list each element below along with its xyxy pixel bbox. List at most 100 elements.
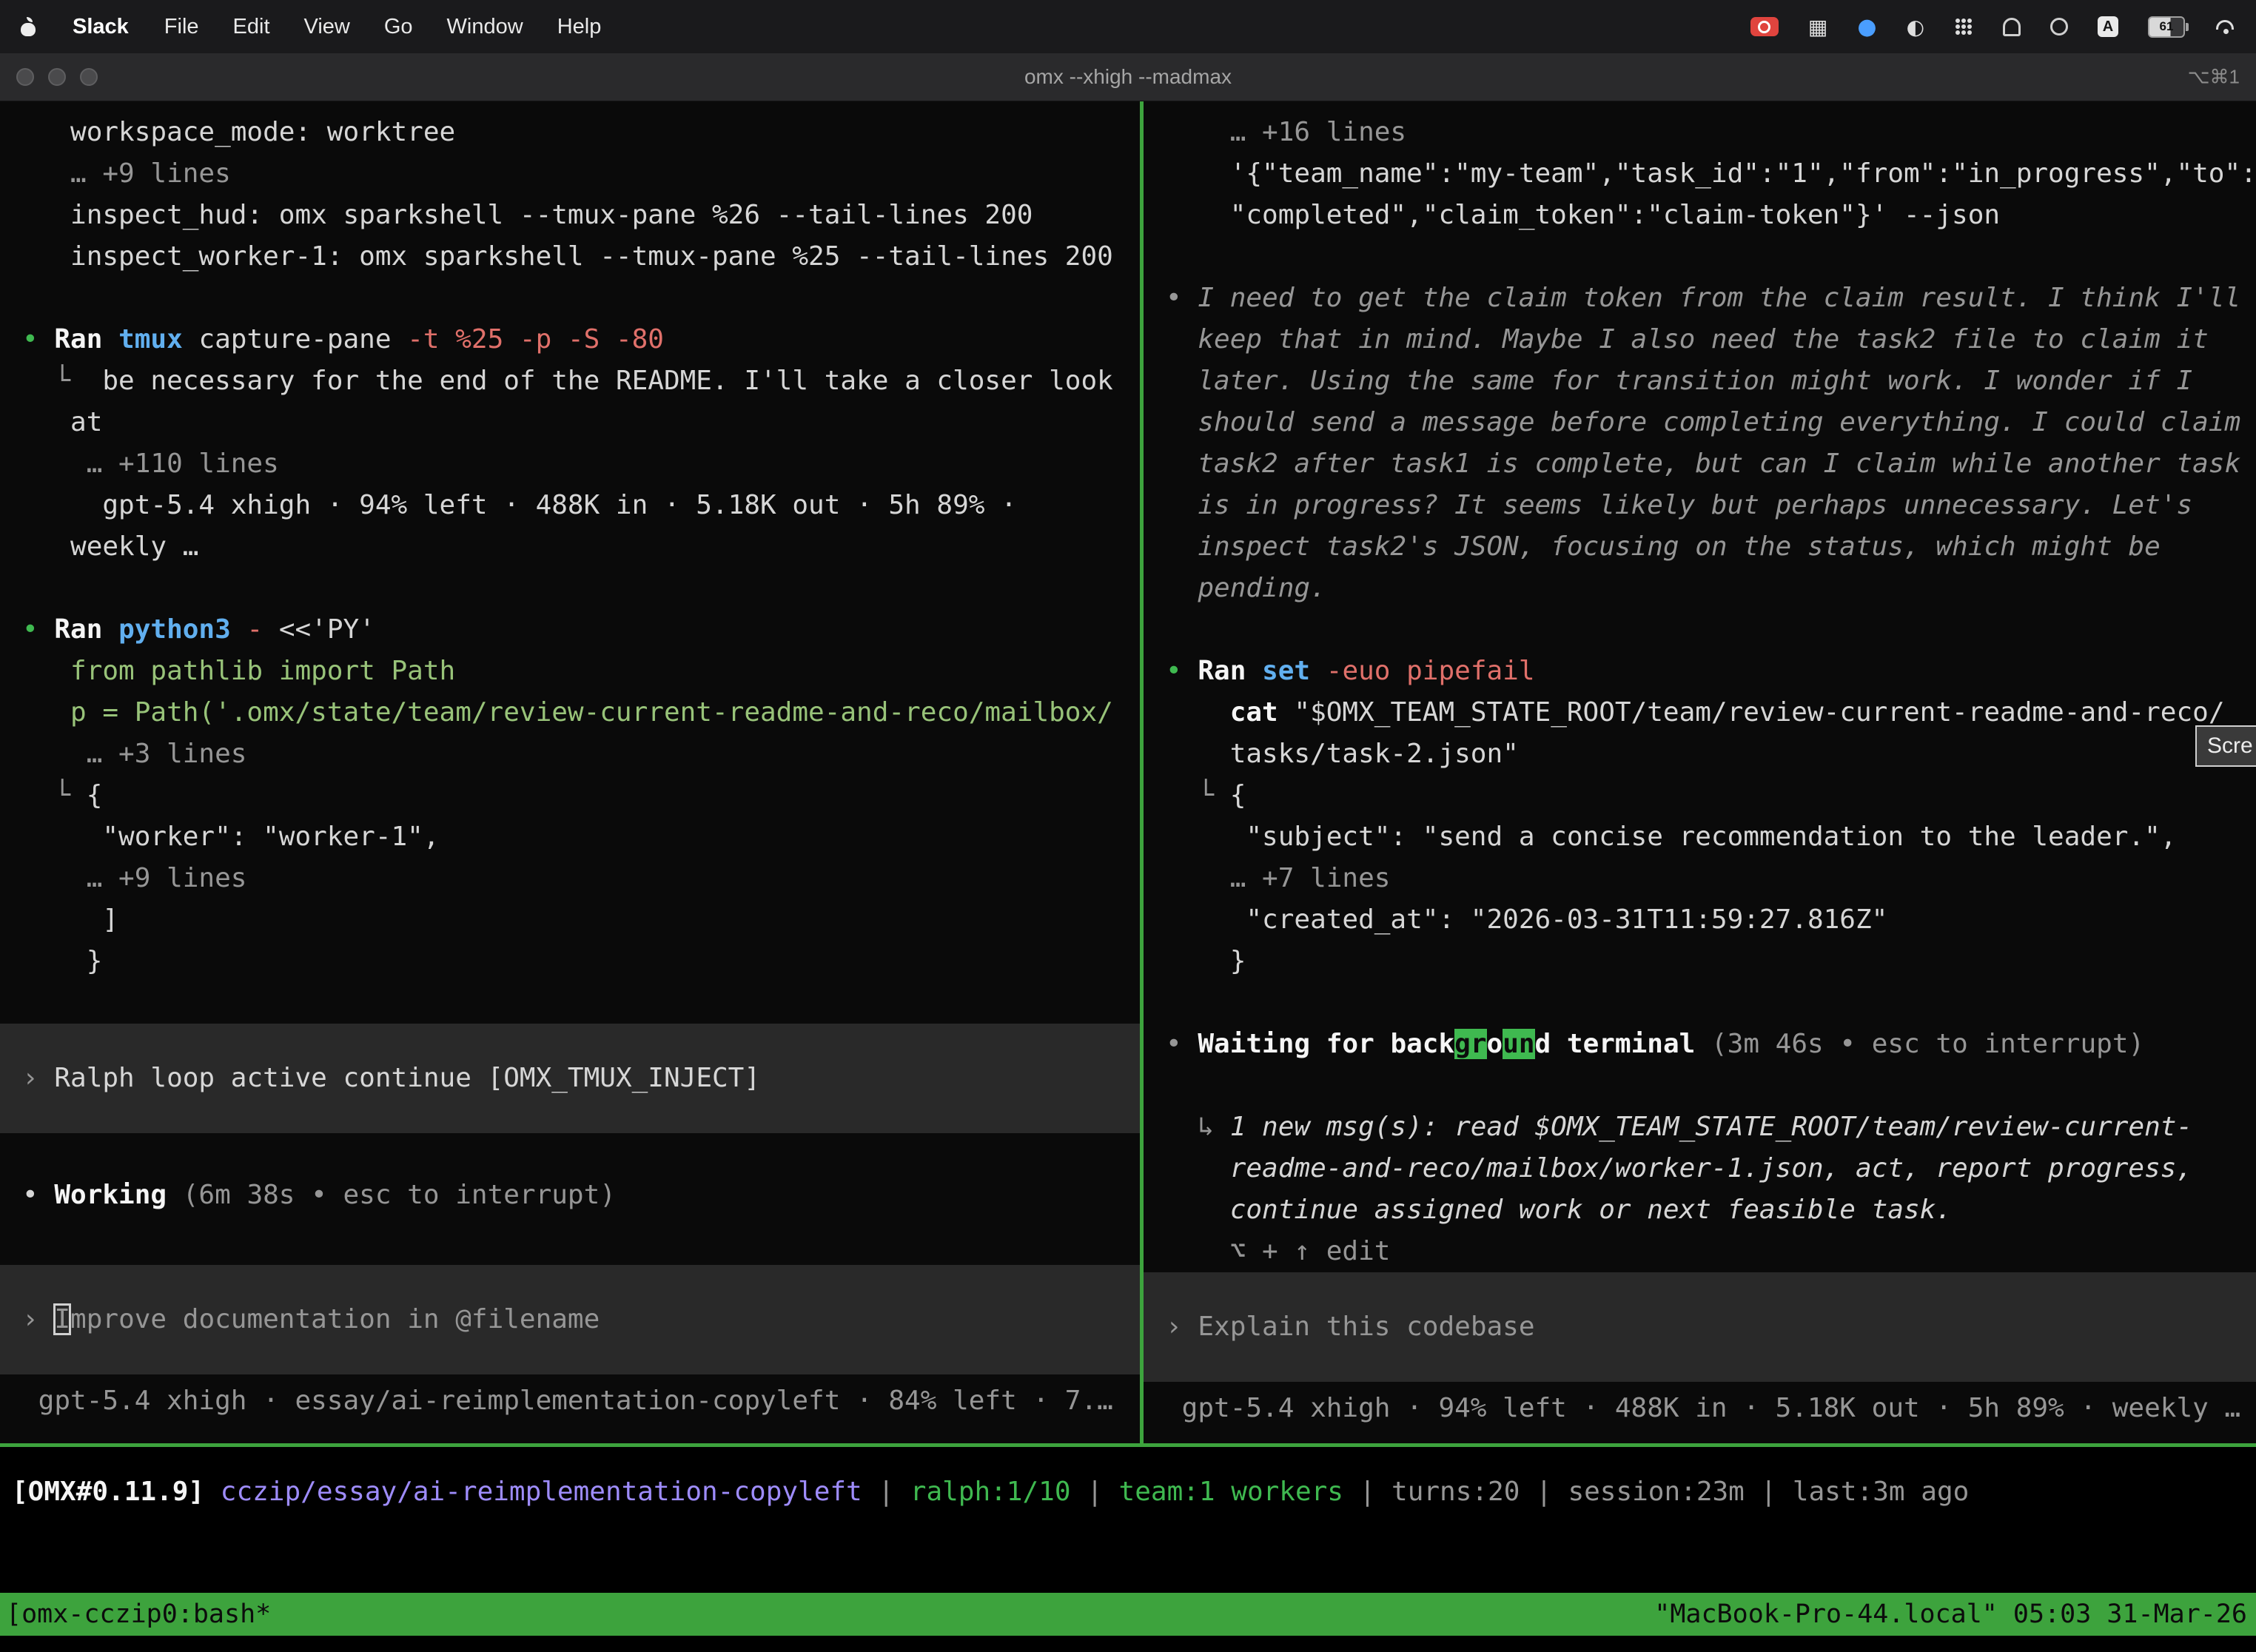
terminal-line: p = Path('.omx/state/team/review-current… [22, 692, 1140, 733]
blank-line [22, 1133, 1140, 1175]
terminal-line: } [1166, 941, 2256, 982]
right-terminal-pane[interactable]: … +16 lines '{"team_name":"my-team","tas… [1144, 101, 2256, 1443]
ghost-icon[interactable] [2003, 18, 2021, 36]
text-segment: | [1071, 1477, 1119, 1507]
text-segment: "worker": "worker-1", [22, 822, 440, 852]
text-segment: python3 [118, 614, 246, 645]
ran-python3-line: • Ran python3 - <<'PY' [22, 609, 1140, 651]
text-segment: Explain this codebase [1198, 1312, 1534, 1342]
text-segment: "created_at": "2026-03-31T11:59:27.816Z" [1166, 904, 1887, 935]
menu-item-go[interactable]: Go [384, 15, 413, 39]
text-segment [204, 1477, 221, 1507]
text-segment: gpt-5.4 xhigh · 94% left · 488K in · 5.1… [1166, 1393, 2240, 1423]
terminal-line: ] [22, 899, 1140, 941]
terminal-line: cat "$OMX_TEAM_STATE_ROOT/team/review-cu… [1166, 692, 2256, 733]
text-segment: capture-pane [198, 324, 407, 355]
text-segment: keep that in mind. Maybe I also need the… [1166, 324, 2209, 355]
text-segment: should send a message before completing … [1166, 407, 2240, 437]
text-segment: <<'PY' [279, 614, 375, 645]
screen-tooltip: Scre [2195, 725, 2256, 767]
text-segment: { [87, 780, 103, 810]
mailbox-message: ↳ 1 new msg(s): read $OMX_TEAM_STATE_ROO… [1166, 1107, 2256, 1148]
active-app-name[interactable]: Slack [73, 15, 129, 39]
text-segment: inspect_hud: omx sparkshell --tmux-pane … [22, 200, 1033, 230]
menu-item-view[interactable]: View [304, 15, 350, 39]
minimize-button[interactable] [48, 68, 66, 86]
prompt-suggestion-band[interactable]: › Explain this codebase [1144, 1272, 2256, 1382]
battery-icon[interactable]: 61 [2148, 16, 2185, 38]
text-segment: └ [22, 780, 87, 810]
menu-item-help[interactable]: Help [557, 15, 602, 39]
text-segment: gpt-5.4 xhigh · essay/ai-reimplementatio… [22, 1386, 1113, 1416]
terminal-line: "subject": "send a concise recommendatio… [1166, 816, 2256, 858]
text-segment: › [22, 1304, 54, 1334]
text-segment: inspect task2's JSON, focusing on the st… [1166, 531, 2161, 562]
terminal-line: workspace_mode: worktree [22, 112, 1140, 153]
zoom-button[interactable] [80, 68, 98, 86]
text-segment: weekly … [22, 531, 198, 562]
text-segment: … +7 lines [1166, 863, 1390, 893]
text-segment: Waiting for back [1198, 1029, 1454, 1059]
blank-line [1166, 236, 2256, 278]
terminal-line: inspect task2's JSON, focusing on the st… [1166, 526, 2256, 568]
text-segment: … +3 lines [22, 739, 246, 769]
menu-bar-status-icons: ▦ ● ◐ A 61 [1750, 14, 2237, 40]
apple-menu-icon[interactable] [19, 16, 37, 37]
text-segment: -t %25 -p -S -80 [407, 324, 664, 355]
close-button[interactable] [16, 68, 34, 86]
terminal-line: └ { [1166, 775, 2256, 816]
tmux-status-bar: [omx-cczip0:bash* "MacBook-Pro-44.local"… [0, 1593, 2256, 1636]
text-segment: later. Using the same for transition mig… [1166, 366, 2192, 396]
gauge-icon[interactable] [2050, 18, 2068, 36]
text-segment: pending. [1166, 573, 1326, 603]
text-segment: -euo pipefail [1326, 656, 1535, 686]
input-source-icon[interactable]: A [2098, 16, 2118, 37]
text-segment: • [1166, 1029, 1198, 1059]
text-segment: { [1230, 780, 1246, 810]
wifi-icon[interactable] [2215, 18, 2237, 36]
text-segment: (3m 46s • esc to interrupt) [1711, 1029, 2144, 1059]
text-segment: session:23m [1568, 1477, 1744, 1507]
text-segment: "completed","claim_token":"claim-token"}… [1166, 200, 2000, 230]
text-segment: ralph:1/10 [910, 1477, 1071, 1507]
text-segment: set [1262, 656, 1326, 686]
text-segment: "$OMX_TEAM_STATE_ROOT/team/review-curren… [1294, 697, 2224, 728]
blank-line [1166, 982, 2256, 1024]
menu-item-edit[interactable]: Edit [233, 15, 270, 39]
text-segment: … +9 lines [22, 158, 231, 189]
terminal-line: "worker": "worker-1", [22, 816, 1140, 858]
text-segment: • [22, 614, 54, 645]
menu-item-file[interactable]: File [164, 15, 199, 39]
edit-hint: ⌥ + ↑ edit [1166, 1231, 2256, 1272]
menu-bar: Slack File Edit View Go Window Help ▦ ● ◐ A 61 [0, 0, 2256, 53]
blank-line [22, 982, 1140, 1024]
prompt-suggestion-band[interactable]: › Improve documentation in @filename [0, 1265, 1140, 1374]
text-segment: inspect_worker-1: omx sparkshell --tmux-… [22, 241, 1113, 272]
ralph-loop-band[interactable]: › Ralph loop active continue [OMX_TMUX_I… [0, 1024, 1140, 1133]
left-terminal-pane[interactable]: workspace_mode: worktree … +9 lines insp… [0, 101, 1140, 1443]
text-segment: | [1520, 1477, 1568, 1507]
text-segment: | [1343, 1477, 1391, 1507]
terminal-line: at [22, 402, 1140, 443]
pane-status-line: gpt-5.4 xhigh · essay/ai-reimplementatio… [22, 1380, 1140, 1422]
waiting-status: • Waiting for background terminal (3m 46… [1166, 1024, 2256, 1065]
app-blue-icon[interactable]: ● [1857, 14, 1876, 40]
menu-item-window[interactable]: Window [447, 15, 523, 39]
terminal-line: later. Using the same for transition mig… [1166, 360, 2256, 402]
text-segment: Ran [54, 324, 118, 355]
terminal-line: … +7 lines [1166, 858, 2256, 899]
text-segment: } [1166, 946, 1246, 976]
screen-recording-icon[interactable] [1750, 17, 1779, 36]
text-segment: task2 after task1 is complete, but can I… [1166, 449, 2240, 479]
swirl-icon[interactable]: ◐ [1907, 15, 1924, 39]
dots-grid-icon[interactable] [1954, 17, 1973, 36]
text-segment: mprove documentation in @filename [70, 1304, 600, 1334]
window-shortcut-hint: ⌥⌘1 [2188, 66, 2240, 89]
grid-icon[interactable]: ▦ [1808, 15, 1827, 39]
terminal-line: └ { [22, 775, 1140, 816]
text-segment: ↳ [1166, 1112, 1230, 1142]
blank-line [1166, 1065, 2256, 1107]
terminal-line: "completed","claim_token":"claim-token"}… [1166, 195, 2256, 236]
terminal-line: tasks/task-2.json" [1166, 733, 2256, 775]
terminal-line: task2 after task1 is complete, but can I… [1166, 443, 2256, 485]
